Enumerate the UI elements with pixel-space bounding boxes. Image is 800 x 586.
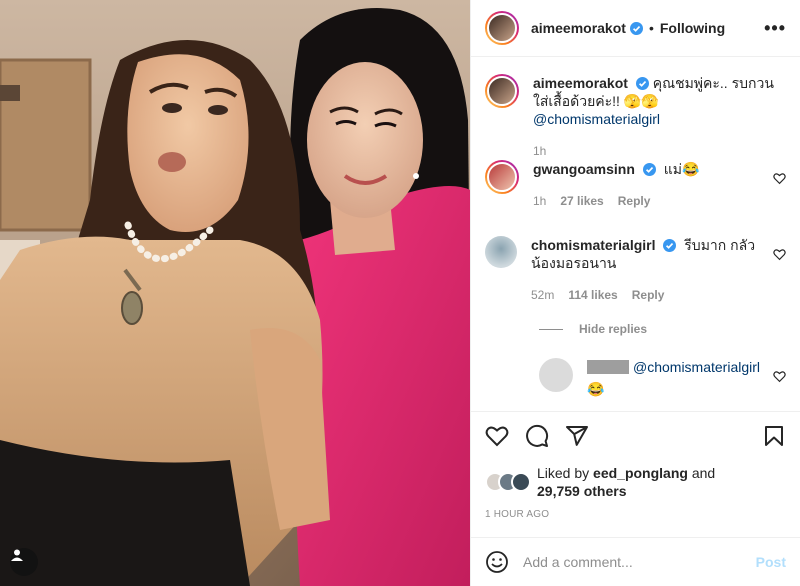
comment-list[interactable]: aimeemorakot คุณชมพู่คะ.. รบกวนใส่เสื้อด…	[471, 58, 800, 410]
caption-meta: 1h	[533, 142, 786, 160]
comment-time[interactable]: 1h	[533, 194, 546, 208]
verified-badge-icon	[629, 21, 643, 35]
post-age[interactable]: 1 HOUR AGO	[485, 509, 549, 520]
post-panel: aimeemorakot • Following ••• aimeemorako…	[470, 0, 800, 586]
caption-avatar[interactable]	[485, 74, 519, 108]
post-header: aimeemorakot • Following •••	[471, 0, 800, 57]
comment-meta: 52m 114 likes Reply	[531, 286, 758, 304]
comment-likes[interactable]: 114 likes	[568, 288, 617, 302]
caption-mention[interactable]: @chomismaterialgirl	[533, 111, 660, 127]
liked-by-conj: and	[687, 465, 716, 481]
likes-summary: Liked by eed_ponglang and 29,759 others	[485, 464, 786, 500]
comment-item: gwangoamsinn แม่😂 1h 27 likes Reply	[485, 160, 786, 210]
reply-item: @chomismaterialgirl 😂	[539, 358, 786, 398]
hide-replies-button[interactable]: Hide replies	[539, 322, 647, 336]
author-username[interactable]: aimeemorakot	[531, 20, 626, 36]
action-bar	[471, 411, 800, 459]
separator-dot: •	[648, 20, 654, 36]
comment-composer: Post	[471, 537, 800, 586]
commenter-username[interactable]: gwangoamsinn	[533, 161, 635, 177]
hide-replies-label: Hide replies	[579, 322, 648, 336]
verified-badge-icon	[663, 239, 677, 252]
heart-icon[interactable]	[773, 172, 786, 185]
post-photo[interactable]	[0, 0, 470, 586]
comment-item: chomismaterialgirl รีบมาก กลัวน้องมอรอนา…	[485, 236, 786, 304]
verified-badge-icon	[642, 163, 656, 176]
liker-avatars[interactable]	[485, 470, 531, 494]
caption: aimeemorakot คุณชมพู่คะ.. รบกวนใส่เสื้อด…	[485, 74, 786, 160]
liked-by-prefix: Liked by	[537, 465, 594, 481]
user-tag-icon	[11, 549, 23, 561]
comment-icon[interactable]	[525, 424, 549, 448]
heart-icon[interactable]	[773, 370, 786, 383]
reply-button[interactable]: Reply	[632, 288, 665, 302]
comment-input[interactable]	[523, 554, 756, 570]
share-icon[interactable]	[565, 424, 589, 448]
heart-icon[interactable]	[773, 248, 786, 261]
user-tag-button[interactable]	[10, 548, 38, 576]
commenter-avatar[interactable]	[485, 236, 517, 268]
following-button[interactable]: Following	[660, 20, 725, 36]
caption-username[interactable]: aimeemorakot	[533, 75, 628, 91]
heart-icon[interactable]	[485, 424, 509, 448]
likes-others-count[interactable]: 29,759 others	[537, 483, 627, 499]
reply-mention[interactable]: @chomismaterialgirl	[633, 359, 760, 375]
reply-text: 😂	[587, 381, 605, 397]
reply-button[interactable]: Reply	[618, 194, 651, 208]
comment-text: แม่😂	[663, 161, 700, 177]
caption-time[interactable]: 1h	[533, 144, 546, 158]
divider-line	[539, 328, 563, 330]
verified-badge-icon	[635, 77, 649, 90]
post-button[interactable]: Post	[756, 554, 786, 570]
more-options-button[interactable]: •••	[764, 18, 786, 39]
author-avatar[interactable]	[485, 11, 519, 45]
commenter-avatar[interactable]	[485, 160, 519, 194]
emoji-icon[interactable]	[485, 550, 509, 574]
comment-likes[interactable]: 27 likes	[560, 194, 603, 208]
first-liker-username[interactable]: eed_ponglang	[593, 465, 688, 481]
commenter-username[interactable]: chomismaterialgirl	[531, 237, 656, 253]
comment-meta: 1h 27 likes Reply	[533, 192, 786, 210]
bookmark-icon[interactable]	[762, 424, 786, 448]
reply-avatar[interactable]	[539, 358, 573, 392]
photo-illustration	[0, 0, 470, 586]
liker-avatar	[511, 472, 531, 492]
comment-time[interactable]: 52m	[531, 288, 554, 302]
redacted-username	[587, 360, 629, 374]
